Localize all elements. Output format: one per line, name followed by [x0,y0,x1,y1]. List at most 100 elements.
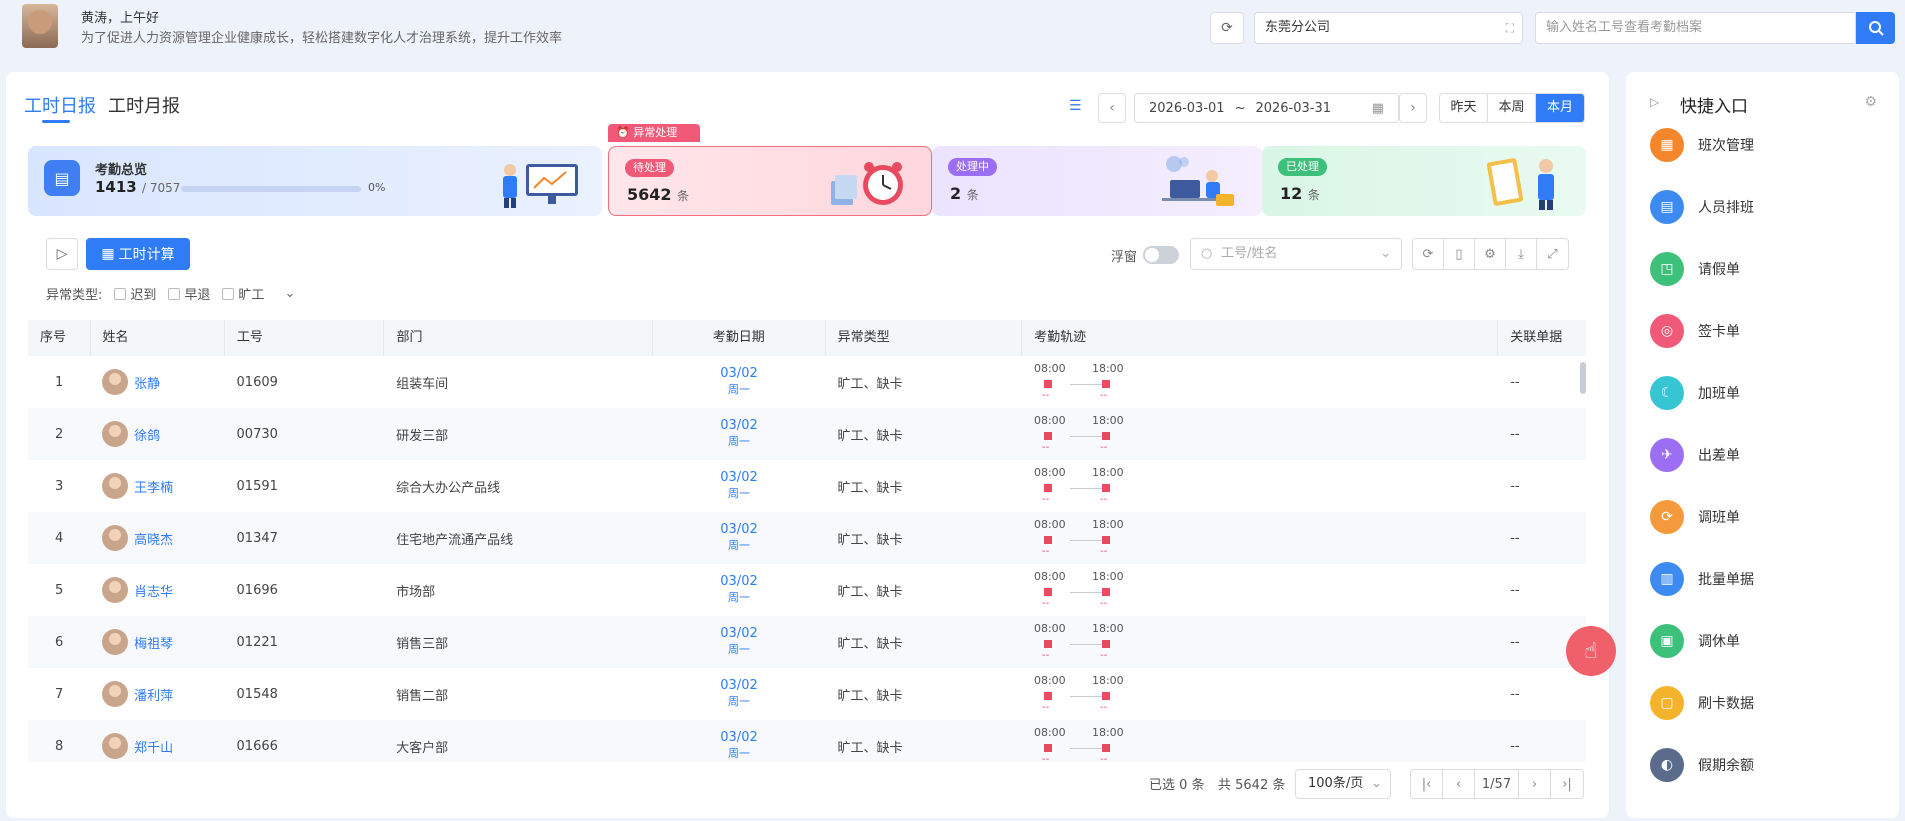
quick-item[interactable]: ◳ 请假单 [1650,252,1740,286]
col-name[interactable]: 姓名 [91,320,225,356]
prev-page-button[interactable]: ‹ [1443,770,1475,798]
status-card-processing[interactable]: 处理中 2 条 [932,146,1262,216]
company-select[interactable]: 东莞分公司 ⛶ [1254,12,1523,44]
quick-item[interactable]: ☾ 加班单 [1650,376,1740,410]
row-date-link[interactable]: 03/02 周一 [653,366,826,398]
quick-item[interactable]: ▥ 批量单据 [1650,562,1754,596]
table-row[interactable]: 8 郑千山 01666 大客户部 03/02 周一 旷工、缺卡 08:00 18:00 -- -- -… [28,720,1586,762]
fullscreen-icon[interactable]: ⤢ [1537,239,1568,269]
row-track[interactable]: 08:00 18:00 -- -- [1022,362,1498,402]
employee-name-link[interactable]: 张静 [134,373,160,392]
col-date[interactable]: 考勤日期 [653,320,826,356]
date-range-picker[interactable]: 2026-03-01 ~ 2026-03-31 ▦ [1134,93,1399,123]
employee-name-link[interactable]: 潘利萍 [134,685,173,704]
table-scrollbar[interactable] [1580,362,1586,394]
quick-item[interactable]: ▢ 刷卡数据 [1650,686,1754,720]
collapse-button[interactable]: ▷ [46,238,78,270]
employee-name-link[interactable]: 高晓杰 [134,529,173,548]
employee-filter-select[interactable]: ○ 工号/姓名 ⌄ [1190,238,1402,270]
filter-late-checkbox[interactable]: 迟到 [114,284,156,303]
float-window-toggle[interactable] [1143,246,1179,264]
download-icon[interactable]: ⤓ [1506,239,1537,269]
date-start: 2026-03-01 [1149,100,1225,116]
col-related-docs[interactable]: 关联单据 [1498,320,1586,356]
track-out-missing: -- [1099,702,1108,713]
row-date-link[interactable]: 03/02 周一 [653,730,826,762]
processing-count: 2 条 [950,184,979,203]
employee-name-link[interactable]: 王李楠 [134,477,173,496]
col-department[interactable]: 部门 [384,320,653,356]
filter-early-checkbox[interactable]: 早退 [168,284,210,303]
col-track[interactable]: 考勤轨迹 [1022,320,1499,356]
table-row[interactable]: 2 徐鸽 00730 研发三部 03/02 周一 旷工、缺卡 08:00 18:00 -- -- -- [28,408,1586,460]
gear-icon[interactable]: ⚙ [1864,94,1877,110]
row-track[interactable]: 08:00 18:00 -- -- [1022,674,1498,714]
table-row[interactable]: 5 肖志华 01696 市场部 03/02 周一 旷工、缺卡 08:00 18:00 -- -- -- [28,564,1586,616]
table-row[interactable]: 7 潘利萍 01548 销售二部 03/02 周一 旷工、缺卡 08:00 18:00 -- -- -… [28,668,1586,720]
employee-name-link[interactable]: 郑千山 [134,737,173,756]
row-date-link[interactable]: 03/02 周一 [653,522,826,554]
user-avatar[interactable] [22,4,58,48]
track-line [1069,488,1104,489]
col-index[interactable]: 序号 [28,320,91,356]
employee-name-link[interactable]: 梅祖琴 [134,633,173,652]
refresh-button[interactable]: ⟳ [1210,12,1244,44]
track-line [1069,384,1104,385]
attendance-overview-card[interactable]: ▤ 考勤总览 1413 / 7057 0% [28,146,602,216]
row-track[interactable]: 08:00 18:00 -- -- [1022,466,1498,506]
quick-item[interactable]: ◐ 假期余额 [1650,748,1754,782]
row-track[interactable]: 08:00 18:00 -- -- [1022,622,1498,662]
row-date-link[interactable]: 03/02 周一 [653,678,826,710]
quick-item[interactable]: ⟳ 调班单 [1650,500,1740,534]
search-button[interactable] [1856,12,1895,44]
col-abnormal-type[interactable]: 异常类型 [826,320,1023,356]
quick-item[interactable]: ◎ 签卡单 [1650,314,1740,348]
track-out-time: 18:00 [1091,362,1124,375]
table-row[interactable]: 3 王李楠 01591 综合大办公产品线 03/02 周一 旷工、缺卡 08:00 18:00 -… [28,460,1586,512]
track-in-missing: -- [1041,754,1050,762]
table-row[interactable]: 6 梅祖琴 01221 销售三部 03/02 周一 旷工、缺卡 08:00 18:00 -- -- -… [28,616,1586,668]
row-date-link[interactable]: 03/02 周一 [653,626,826,658]
chevron-down-icon[interactable]: ⌄ [284,286,295,301]
status-card-pending[interactable]: 待处理 5642 条 [608,146,932,216]
next-page-button[interactable]: › [1519,770,1551,798]
hours-calc-button[interactable]: ▦ 工时计算 [86,238,190,270]
prev-period-button[interactable]: ‹ [1098,93,1126,123]
row-track[interactable]: 08:00 18:00 -- -- [1022,518,1498,558]
row-related-docs: -- [1510,530,1520,546]
last-page-button[interactable]: ›| [1551,770,1583,798]
table-row[interactable]: 4 高晓杰 01347 住宅地产流通产品线 03/02 周一 旷工、缺卡 08:00 18:00… [28,512,1586,564]
preset-yesterday[interactable]: 昨天 [1440,94,1488,122]
preset-this-week[interactable]: 本周 [1488,94,1536,122]
quick-item[interactable]: ✈ 出差单 [1650,438,1740,472]
preset-this-month[interactable]: 本月 [1536,94,1584,122]
employee-name-link[interactable]: 徐鸽 [134,425,160,444]
row-track[interactable]: 08:00 18:00 -- -- [1022,570,1498,610]
overview-progress-bar [181,186,361,192]
employee-name-link[interactable]: 肖志华 [134,581,173,600]
col-employee-no[interactable]: 工号 [225,320,385,356]
status-card-done[interactable]: 已处理 12 条 [1262,146,1586,216]
row-date-link[interactable]: 03/02 周一 [653,470,826,502]
table-row[interactable]: 1 张静 01609 组装车间 03/02 周一 旷工、缺卡 08:00 18:00 -- -- -- [28,356,1586,408]
quick-item[interactable]: ▣ 调休单 [1650,624,1740,658]
settings-icon[interactable]: ⚙ [1475,239,1506,269]
tab-daily-report[interactable]: 工时日报 [24,92,96,118]
tab-monthly-report[interactable]: 工时月报 [108,92,180,118]
page-size-select[interactable]: 100条/页 ⌄ [1295,769,1391,799]
row-track[interactable]: 08:00 18:00 -- -- [1022,414,1498,454]
expand-panel-icon[interactable]: ▷ [1650,95,1659,109]
row-date-link[interactable]: 03/02 周一 [653,418,826,450]
export-file-icon[interactable]: ▯ [1444,239,1475,269]
quick-item[interactable]: ▤ 人员排班 [1650,190,1754,224]
filter-absent-checkbox[interactable]: 旷工 [222,284,264,303]
row-date-link[interactable]: 03/02 周一 [653,574,826,606]
row-track[interactable]: 08:00 18:00 -- -- [1022,726,1498,762]
quick-item[interactable]: ▦ 班次管理 [1650,128,1754,162]
reload-icon[interactable]: ⟳ [1413,239,1444,269]
first-page-button[interactable]: |‹ [1411,770,1443,798]
calendar-view-icon[interactable]: ☰ [1069,98,1089,116]
float-assistant-button[interactable]: ☝ [1566,626,1616,676]
employee-search-input[interactable]: 输入姓名工号查看考勤档案 [1535,12,1856,44]
next-period-button[interactable]: › [1399,93,1427,123]
